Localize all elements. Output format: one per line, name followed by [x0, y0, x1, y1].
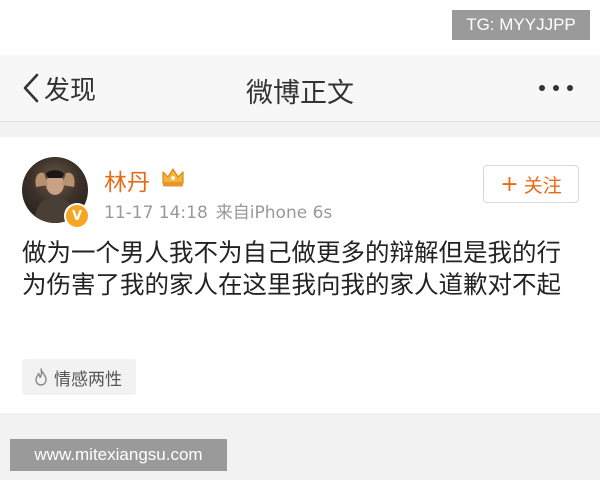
topic-tag[interactable]: 情感两性 — [22, 359, 136, 395]
post-meta: 11-17 14:18 来自iPhone 6s — [104, 198, 332, 223]
follow-button[interactable]: + 关注 — [483, 165, 579, 203]
post-source: 来自iPhone 6s — [215, 203, 333, 223]
post-card: V 林丹 11-17 14:18 来自iPhone 6s + 关注 做为一个男人我… — [0, 137, 600, 413]
user-name[interactable]: 林丹 — [104, 163, 150, 197]
post-time: 11-17 14:18 — [104, 203, 208, 223]
topic-tag-label: 情感两性 — [54, 369, 122, 390]
page-title: 微博正文 — [246, 78, 354, 109]
watermark-url: www.mitexiangsu.com — [10, 439, 227, 471]
crown-icon — [160, 165, 186, 189]
section-divider — [0, 122, 600, 137]
tg-overlay-label: TG: MYYJJPP — [452, 10, 590, 40]
post-text: 做为一个男人我不为自己做更多的辩解但是我的行为伤害了我的家人在这里我向我的家人道… — [22, 238, 561, 299]
flame-icon — [34, 368, 48, 386]
follow-label: 关注 — [523, 174, 562, 197]
more-dots-icon[interactable] — [536, 79, 576, 97]
plus-icon: + — [500, 171, 519, 197]
verified-badge: V — [64, 203, 90, 229]
navbar: 发现 微博正文 — [0, 55, 600, 122]
